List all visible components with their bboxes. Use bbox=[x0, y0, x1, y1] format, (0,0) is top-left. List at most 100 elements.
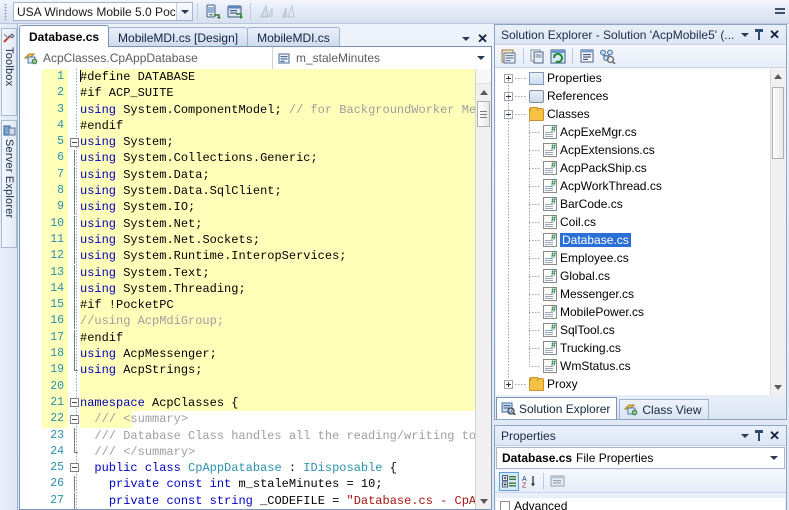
member-navigation-combo[interactable]: m_staleMinutes bbox=[273, 47, 491, 69]
tab-mobilemdi-design[interactable]: MobileMDI.cs [Design] bbox=[108, 27, 249, 47]
properties-object-selector[interactable]: Database.cs File Properties bbox=[496, 447, 785, 469]
chevron-down-icon[interactable] bbox=[770, 456, 778, 460]
tree-item[interactable]: Classes bbox=[496, 105, 770, 123]
scroll-up-arrow-icon[interactable] bbox=[476, 85, 491, 100]
window-menu-icon[interactable] bbox=[741, 433, 750, 438]
device-connect-icon[interactable] bbox=[202, 2, 224, 22]
close-icon[interactable]: ✕ bbox=[477, 32, 488, 45]
tree-item[interactable]: References bbox=[496, 87, 770, 105]
auto-hide-pin-icon[interactable] bbox=[755, 29, 764, 40]
outlining-glyph[interactable] bbox=[68, 411, 80, 427]
code-line[interactable]: using System.Collections.Generic; bbox=[80, 150, 475, 167]
code-line[interactable]: using System.Data; bbox=[80, 166, 475, 184]
code-line[interactable]: #endif bbox=[80, 329, 475, 347]
property-pages-icon[interactable] bbox=[548, 472, 568, 491]
tree-item[interactable]: Properties bbox=[496, 69, 770, 87]
code-line[interactable]: using System.Net; bbox=[80, 215, 475, 232]
tree-item[interactable]: Coil.cs bbox=[496, 213, 770, 231]
scroll-up-arrow-icon[interactable] bbox=[771, 69, 785, 84]
outlining-glyph[interactable] bbox=[68, 460, 80, 476]
code-line[interactable]: using System.Data.SqlClient; bbox=[80, 183, 475, 200]
code-line[interactable]: using System.Text; bbox=[80, 264, 475, 281]
code-line[interactable]: #define DATABASE bbox=[80, 69, 475, 86]
code-line[interactable]: namespace AcpClasses { bbox=[80, 394, 475, 412]
tree-item[interactable]: Database.cs bbox=[496, 231, 770, 249]
code-line[interactable]: using AcpMessenger; bbox=[80, 346, 475, 363]
outlining-glyph[interactable] bbox=[68, 395, 80, 411]
tree-item[interactable]: SqlTool.cs bbox=[496, 321, 770, 339]
toolbar-grip[interactable] bbox=[3, 3, 11, 20]
tree-item[interactable]: Employee.cs bbox=[496, 249, 770, 267]
tab-list-chevron-down-icon[interactable] bbox=[462, 36, 471, 41]
overflow-chevron-icon[interactable] bbox=[775, 7, 785, 16]
property-row-advanced[interactable]: Advanced bbox=[496, 498, 785, 510]
solution-tree[interactable]: Properties References Classes AcpExeMgr.cs A… bbox=[496, 69, 785, 395]
device-emulator-icon[interactable] bbox=[224, 2, 246, 22]
chevron-down-icon[interactable] bbox=[477, 56, 485, 60]
sidebar-item-server-explorer[interactable]: Server Explorer bbox=[1, 120, 17, 248]
outlining-glyph[interactable] bbox=[68, 134, 80, 150]
scrollbar-thumb[interactable] bbox=[477, 101, 490, 127]
chevron-down-icon[interactable] bbox=[176, 3, 192, 20]
tree-item[interactable]: AcpWorkThread.cs bbox=[496, 177, 770, 195]
code-line[interactable]: #endif bbox=[80, 117, 475, 135]
expander-plus-icon[interactable] bbox=[500, 501, 510, 510]
tree-item[interactable]: AcpPackShip.cs bbox=[496, 159, 770, 177]
code-line[interactable]: using System.Threading; bbox=[80, 280, 475, 298]
code-line[interactable]: using System.Net.Sockets; bbox=[80, 231, 475, 249]
view-code-icon[interactable] bbox=[577, 47, 597, 66]
tree-item[interactable]: Proxy bbox=[496, 375, 770, 393]
code-line[interactable]: /// Database Class handles all the readi… bbox=[80, 428, 475, 444]
tree-item[interactable]: AcpExtensions.cs bbox=[496, 141, 770, 159]
solution-tree-items[interactable]: Properties References Classes AcpExeMgr.cs A… bbox=[496, 69, 770, 395]
code-line[interactable]: using System.ComponentModel; // for Back… bbox=[80, 101, 475, 118]
code-line[interactable]: /// <summary> bbox=[80, 411, 475, 428]
tab-database-cs[interactable]: Database.cs bbox=[19, 25, 110, 47]
properties-grid[interactable]: Advanced bbox=[496, 498, 785, 510]
code-line[interactable]: using System.IO; bbox=[80, 199, 475, 216]
solution-tree-scrollbar[interactable] bbox=[770, 69, 785, 395]
window-menu-icon[interactable] bbox=[741, 32, 750, 37]
target-device-combo[interactable]: USA Windows Mobile 5.0 Pocket P bbox=[13, 2, 193, 21]
align-right-icon[interactable] bbox=[277, 2, 299, 22]
code-line[interactable] bbox=[80, 378, 475, 395]
code-line[interactable]: private const int m_staleMinutes = 10; bbox=[80, 476, 475, 492]
tree-item[interactable]: WmStatus.cs bbox=[496, 357, 770, 375]
tab-mobilemdi-cs[interactable]: MobileMDI.cs bbox=[247, 27, 340, 47]
close-icon[interactable]: ✕ bbox=[769, 429, 780, 442]
tab-solution-explorer[interactable]: Solution Explorer bbox=[496, 397, 618, 419]
close-icon[interactable]: ✕ bbox=[769, 28, 780, 41]
code-text[interactable]: #define DATABASE #if ACP_SUITE using Syste… bbox=[80, 69, 475, 509]
split-bar[interactable] bbox=[476, 69, 491, 84]
code-line[interactable]: using System; bbox=[80, 134, 475, 151]
view-class-diagram-icon[interactable] bbox=[597, 47, 617, 66]
tree-item[interactable]: Global.cs bbox=[496, 267, 770, 285]
editor-vertical-scrollbar[interactable] bbox=[475, 69, 491, 509]
code-line[interactable]: private const string _CODEFILE = "Databa… bbox=[80, 493, 475, 509]
tree-item[interactable]: MobilePower.cs bbox=[496, 303, 770, 321]
expander-plus-icon[interactable] bbox=[504, 379, 513, 389]
code-line[interactable]: //using AcpMdiGroup; bbox=[80, 313, 475, 330]
sidebar-item-toolbox[interactable]: Toolbox bbox=[1, 28, 17, 116]
categorized-icon[interactable] bbox=[499, 471, 519, 491]
scrollbar-thumb[interactable] bbox=[772, 87, 784, 159]
tree-item[interactable]: Trucking.cs bbox=[496, 339, 770, 357]
code-line[interactable]: #if !PocketPC bbox=[80, 297, 475, 314]
code-line[interactable]: using System.Runtime.InteropServices; bbox=[80, 248, 475, 265]
tab-class-view[interactable]: Class View bbox=[619, 399, 709, 419]
code-line[interactable]: #if ACP_SUITE bbox=[80, 85, 475, 102]
code-editor[interactable]: 1 2 3 4 5 6 7 8 9 10 11 12 13 14 15 16 17 18 19 20 21 22 23 24 2… bbox=[19, 69, 492, 510]
tree-item[interactable]: BarCode.cs bbox=[496, 195, 770, 213]
align-left-icon[interactable] bbox=[255, 2, 277, 22]
alphabetical-icon[interactable]: A Z bbox=[519, 472, 539, 491]
outlining-margin[interactable] bbox=[68, 69, 80, 509]
scroll-down-arrow-icon[interactable] bbox=[771, 380, 785, 395]
tree-item[interactable]: AcpExeMgr.cs bbox=[496, 123, 770, 141]
tree-item[interactable]: Messenger.cs bbox=[496, 285, 770, 303]
code-line[interactable]: using AcpStrings; bbox=[80, 362, 475, 379]
refresh-icon[interactable] bbox=[548, 47, 568, 66]
scroll-down-arrow-icon[interactable] bbox=[476, 494, 491, 509]
properties-window-icon[interactable] bbox=[499, 47, 519, 66]
auto-hide-pin-icon[interactable] bbox=[755, 430, 764, 441]
code-line[interactable]: /// </summary> bbox=[80, 444, 475, 460]
